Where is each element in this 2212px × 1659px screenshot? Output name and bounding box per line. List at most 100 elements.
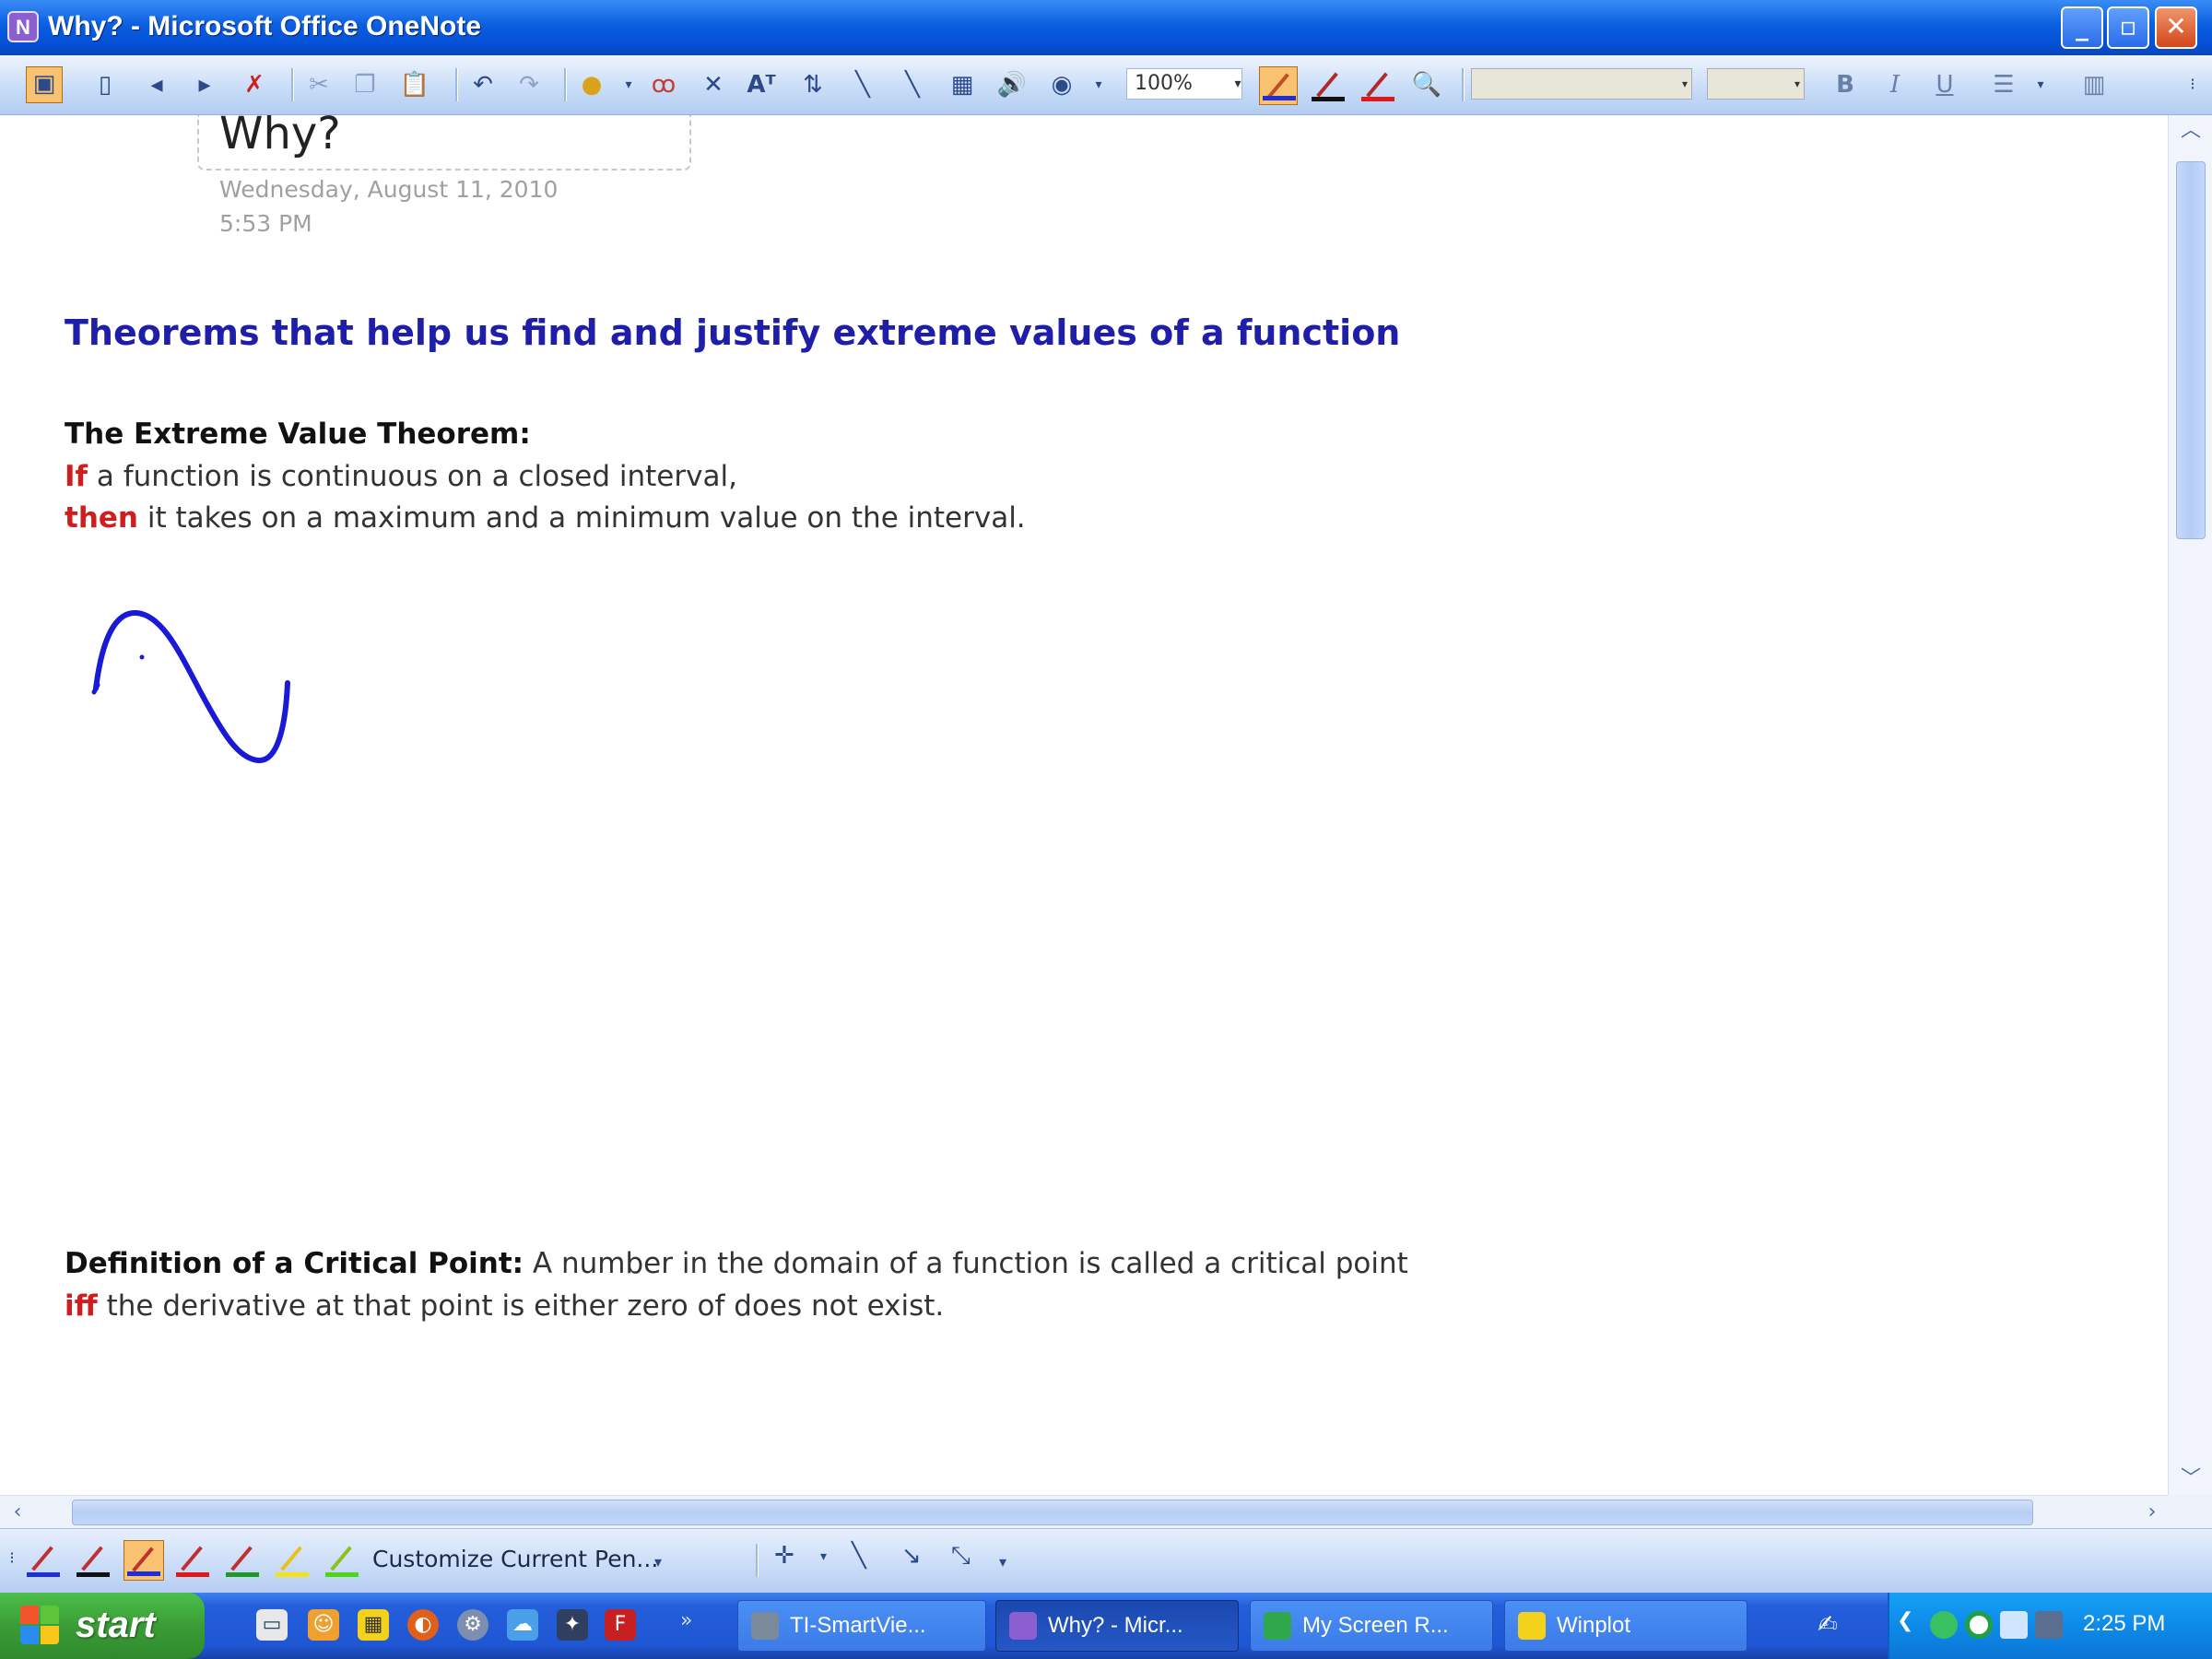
task-button-winplot[interactable]: Winplot xyxy=(1504,1600,1747,1652)
page-layout-icon[interactable]: ▥ xyxy=(2077,68,2111,101)
evt-line-1[interactable]: If a function is continuous on a closed … xyxy=(65,460,737,493)
evt-line-2[interactable]: then it takes on a maximum and a minimum… xyxy=(65,501,1026,535)
font-select[interactable]: ▾ xyxy=(1471,68,1692,100)
toolbar-options-icon[interactable]: ▾ xyxy=(999,1553,1006,1571)
chevron-more-icon[interactable]: » xyxy=(680,1609,692,1632)
pen-blue-tool[interactable] xyxy=(1259,66,1298,105)
toolbar-options-icon[interactable]: ▾ xyxy=(654,1553,662,1571)
highlighter-green-tool[interactable] xyxy=(323,1540,363,1581)
selection-tool-icon[interactable]: ✛ xyxy=(774,1542,794,1570)
note-flag-icon[interactable]: ● xyxy=(575,68,608,101)
show-desktop-icon[interactable]: ▭ xyxy=(256,1609,288,1641)
scroll-right-icon[interactable]: › xyxy=(2136,1496,2168,1529)
draw-line-icon[interactable]: ╲ xyxy=(896,68,929,101)
chevron-down-icon[interactable]: ▾ xyxy=(820,1549,827,1564)
zoom-select[interactable]: 100% xyxy=(1126,68,1242,100)
chevron-down-icon: ▾ xyxy=(1681,77,1688,90)
bold-icon[interactable]: B xyxy=(1829,68,1862,101)
insert-space-icon[interactable]: ⇅ xyxy=(796,68,830,101)
eraser-icon[interactable]: ✕ xyxy=(697,68,730,101)
pen-red-tool[interactable] xyxy=(173,1540,214,1581)
ink-sketch[interactable] xyxy=(83,604,323,788)
chevron-down-icon[interactable]: ▾ xyxy=(612,68,645,101)
maximize-button[interactable]: ▫ xyxy=(2107,6,2149,49)
redo-icon[interactable]: ↷ xyxy=(512,68,546,101)
video-record-icon[interactable]: ◉ xyxy=(1045,68,1078,101)
bullets-icon[interactable]: ☰ xyxy=(1987,68,2020,101)
notes-icon[interactable]: ▦ xyxy=(358,1609,389,1641)
tray-app-icon[interactable] xyxy=(1930,1611,1958,1639)
copy-icon[interactable]: ❐ xyxy=(348,68,382,101)
audio-record-icon[interactable]: 🔊 xyxy=(995,68,1029,101)
page-title[interactable]: Why? xyxy=(219,115,341,159)
task-button-my-screen-recorder[interactable]: My Screen R... xyxy=(1250,1600,1493,1652)
minimize-button[interactable]: _ xyxy=(2061,6,2103,49)
task-button-onenote[interactable]: Why? - Micr... xyxy=(995,1600,1239,1652)
double-arrow-tool-icon[interactable]: ⤡ xyxy=(951,1542,971,1571)
full-page-view-icon[interactable]: ▣ xyxy=(26,66,63,103)
pen-black-tool[interactable] xyxy=(1309,66,1347,105)
evt-line-2-text: it takes on a maximum and a minimum valu… xyxy=(137,501,1026,535)
toolbar-separator xyxy=(291,68,294,101)
toolbar-grip-icon[interactable]: ⁝ xyxy=(6,1542,18,1575)
network-icon[interactable]: ☁ xyxy=(507,1609,538,1641)
cut-icon[interactable]: ✂ xyxy=(302,68,335,101)
chevron-down-icon[interactable]: ▾ xyxy=(1082,68,1115,101)
vertical-scroll-thumb[interactable] xyxy=(2176,161,2206,539)
scroll-left-icon[interactable]: ‹ xyxy=(2,1496,33,1529)
customize-pen-button[interactable]: Customize Current Pen... xyxy=(372,1546,658,1572)
text-size-icon[interactable]: Aᵀ xyxy=(745,68,778,101)
critical-point-line-1[interactable]: Definition of a Critical Point: A number… xyxy=(65,1247,1408,1280)
close-button[interactable]: ✕ xyxy=(2155,6,2197,49)
note-page[interactable]: Why? Wednesday, August 11, 2010 5:53 PM … xyxy=(0,115,2168,1495)
highlighter-yellow-tool[interactable] xyxy=(273,1540,313,1581)
underline-icon[interactable]: U xyxy=(1928,68,1961,101)
firefox-icon[interactable]: ◐ xyxy=(407,1609,439,1641)
line-tool-icon[interactable]: ╲ xyxy=(852,1542,866,1570)
expand-tray-icon[interactable]: ❮ xyxy=(1897,1609,1913,1632)
italic-icon[interactable]: I xyxy=(1878,68,1912,101)
back-icon[interactable]: ◂ xyxy=(140,68,173,101)
tray-display-icon[interactable] xyxy=(2035,1611,2063,1639)
critical-point-line-2[interactable]: iff the derivative at that point is eith… xyxy=(65,1289,944,1323)
toolbar-options-icon[interactable]: ⁝ xyxy=(2181,68,2205,101)
undo-icon[interactable]: ↶ xyxy=(466,68,500,101)
pen-input-icon[interactable]: ✍ xyxy=(1818,1611,1838,1639)
task-label: Winplot xyxy=(1557,1613,1631,1638)
highlighter-icon[interactable]: 🔍 xyxy=(1410,68,1443,101)
tray-status-icon[interactable] xyxy=(1965,1611,1993,1639)
pen-black-thin-tool[interactable] xyxy=(74,1540,114,1581)
task-button-ti-smartview[interactable]: TI-SmartVie... xyxy=(737,1600,986,1652)
evt-title[interactable]: The Extreme Value Theorem: xyxy=(65,418,531,451)
horizontal-scroll-thumb[interactable] xyxy=(72,1500,2033,1525)
pen-green-tool[interactable] xyxy=(223,1540,264,1581)
scroll-down-icon[interactable]: ﹀ xyxy=(2172,1464,2209,1495)
vertical-scrollbar[interactable]: ︿ ﹀ xyxy=(2168,115,2212,1495)
delete-page-icon[interactable]: ✗ xyxy=(238,68,271,101)
paste-icon[interactable]: 📋 xyxy=(398,68,431,101)
scroll-up-icon[interactable]: ︿ xyxy=(2172,115,2209,147)
page-date: Wednesday, August 11, 2010 xyxy=(219,176,559,203)
arrow-line-tool-icon[interactable]: ↘ xyxy=(901,1542,922,1570)
forward-icon[interactable]: ▸ xyxy=(188,68,221,101)
filezilla-icon[interactable]: F xyxy=(605,1609,636,1641)
tool-icon[interactable]: ✦ xyxy=(557,1609,588,1641)
start-button[interactable]: start xyxy=(0,1593,205,1659)
chevron-down-icon[interactable]: ▾ xyxy=(1230,68,1246,100)
chevron-down-icon[interactable]: ▾ xyxy=(2024,68,2057,101)
messenger-icon[interactable]: ☺ xyxy=(308,1609,339,1641)
pen-blue-thick-tool[interactable] xyxy=(124,1540,164,1581)
table-icon[interactable]: ▦ xyxy=(946,68,979,101)
pen-blue-thin-tool[interactable] xyxy=(24,1540,65,1581)
horizontal-scrollbar[interactable]: ‹ › xyxy=(0,1495,2168,1529)
note-heading[interactable]: Theorems that help us find and justify e… xyxy=(65,312,1400,353)
title-bar[interactable]: N Why? - Microsoft Office OneNote _ ▫ ✕ xyxy=(0,0,2212,55)
pen-red-tool[interactable] xyxy=(1359,66,1397,105)
onenote-icon: N xyxy=(7,11,39,42)
pen-line-icon[interactable]: ╲ xyxy=(846,68,879,101)
new-page-icon[interactable]: ▯ xyxy=(88,68,122,101)
font-size-select[interactable]: ▾ xyxy=(1707,68,1805,100)
lasso-select-icon[interactable]: ꝏ xyxy=(647,68,680,101)
tray-network-icon[interactable] xyxy=(2000,1611,2028,1639)
settings-icon[interactable]: ⚙ xyxy=(457,1609,488,1641)
